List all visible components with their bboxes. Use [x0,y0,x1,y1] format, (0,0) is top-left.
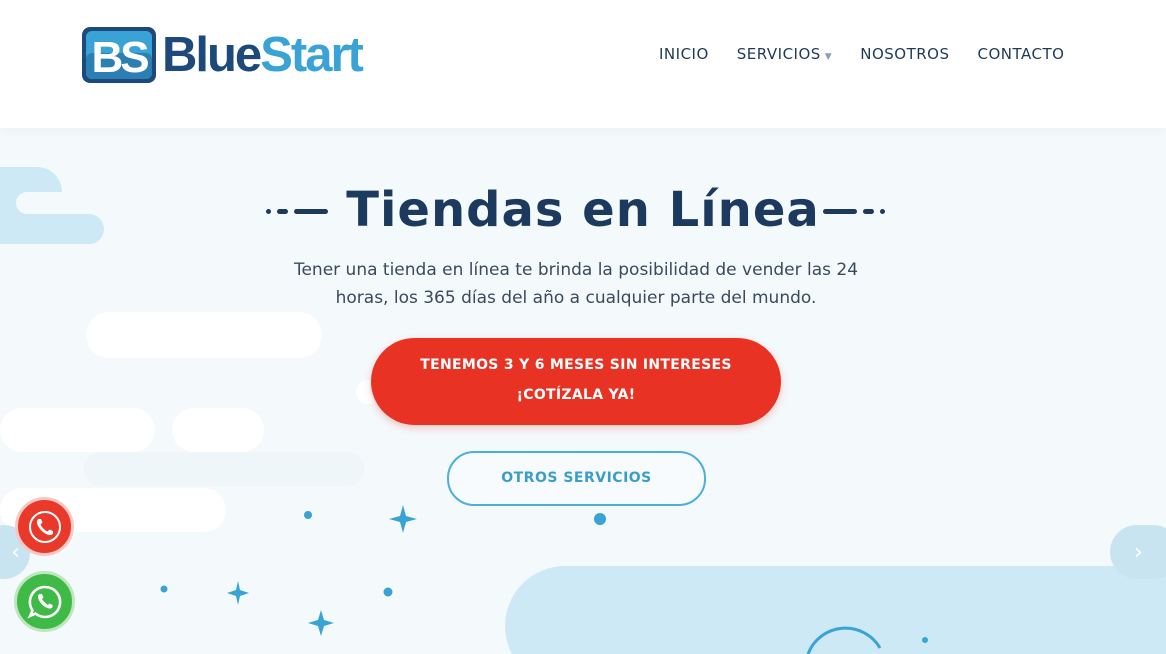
whatsapp-button[interactable] [14,571,75,632]
cta-line-2: ¡COTÍZALA YA! [516,387,636,403]
cta-line-1: TENEMOS 3 Y 6 MESES SIN INTERESES [420,357,732,373]
logo-wordmark: BlueStart [162,27,364,83]
title-dash-right [823,209,885,214]
hero-title: Tiendas en Línea [346,182,820,238]
nav-item-label: INICIO [659,45,709,63]
brand-logo[interactable]: BS BlueStart [82,27,364,83]
logo-wordmark-blue: Blue [162,28,262,82]
nav-item-inicio[interactable]: INICIO [659,45,709,63]
hero-subtitle: Tener una tienda en línea te brinda la p… [293,260,859,308]
phone-icon [28,510,61,543]
caret-down-icon: ▼ [824,52,833,62]
nav-item-label: SERVICIOS [736,45,821,63]
call-button[interactable] [15,497,74,556]
slider-next-button[interactable]: › [1110,525,1166,579]
chevron-left-icon: ‹ [11,539,20,565]
quote-cta-button[interactable]: TENEMOS 3 Y 6 MESES SIN INTERESES ¡COTÍZ… [371,338,781,425]
chevron-right-icon: › [1134,539,1143,565]
whatsapp-icon [26,585,61,619]
nav-item-contacto[interactable]: CONTACTO [978,45,1065,63]
site-header: BS BlueStart INICIO SERVICIOS ▼ NOSOTROS … [0,0,1166,128]
main-nav: INICIO SERVICIOS ▼ NOSOTROS CONTACTO [659,45,1092,63]
nav-item-nosotros[interactable]: NOSOTROS [860,45,949,63]
logo-monogram: BS [82,27,156,83]
other-services-button[interactable]: OTROS SERVICIOS [447,451,706,506]
nav-item-servicios[interactable]: SERVICIOS ▼ [737,45,832,63]
logo-wordmark-start: Start [260,28,364,82]
nav-item-label: NOSOTROS [860,45,950,63]
nav-item-label: CONTACTO [977,45,1065,63]
logo-monogram-text: BS [91,33,148,82]
